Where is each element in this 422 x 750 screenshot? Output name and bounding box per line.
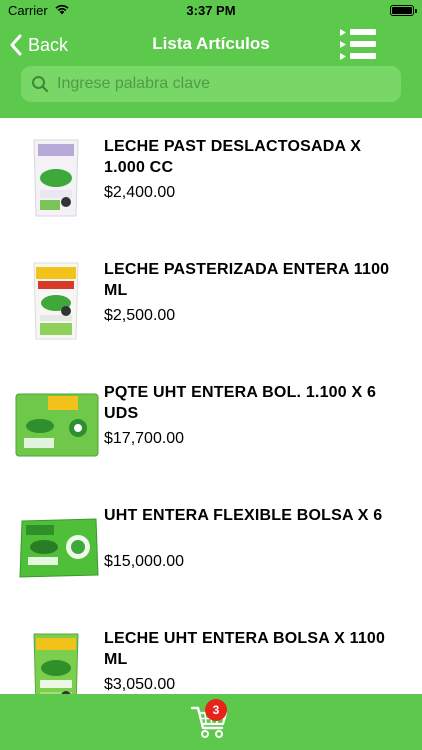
bottom-bar: 3	[0, 694, 422, 750]
product-list-item[interactable]: LECHE UHT ENTERA BOLSA X 1100 ML $3,050.…	[0, 610, 422, 694]
product-price: $3,050.00	[104, 676, 176, 693]
product-price: $15,000.00	[104, 553, 185, 570]
search-input[interactable]	[55, 74, 379, 94]
product-name: PQTE UHT ENTERA BOL. 1.100 X 6 UDS	[104, 384, 377, 422]
product-image	[14, 259, 98, 343]
product-price: $17,700.00	[104, 430, 185, 447]
product-name: LECHE UHT ENTERA BOLSA X 1100 ML	[104, 630, 386, 668]
status-bar: Carrier 3:37 PM	[0, 0, 422, 22]
product-name: LECHE PAST DESLACTOSADA X 1.000 CC	[104, 138, 362, 176]
product-image	[18, 505, 100, 589]
product-list-item[interactable]: PQTE UHT ENTERA BOL. 1.100 X 6 UDS $17,7…	[0, 364, 422, 487]
product-list-item[interactable]: LECHE PAST DESLACTOSADA X 1.000 CC $2,40…	[0, 118, 422, 241]
cart-count-badge: 3	[205, 699, 227, 721]
product-image	[14, 628, 98, 694]
product-price: $2,500.00	[104, 307, 176, 324]
list-menu-button[interactable]	[338, 27, 386, 61]
product-name: UHT ENTERA FLEXIBLE BOLSA X 6	[104, 507, 383, 524]
product-image	[14, 382, 100, 466]
product-name: LECHE PASTERIZADA ENTERA 1100 ML	[104, 261, 390, 299]
battery-icon	[390, 5, 417, 16]
product-list: LECHE PAST DESLACTOSADA X 1.000 CC $2,40…	[0, 118, 422, 694]
search-box[interactable]	[21, 66, 401, 102]
status-time: 3:37 PM	[186, 3, 236, 18]
product-image	[14, 136, 98, 220]
product-list-item[interactable]: LECHE PASTERIZADA ENTERA 1100 ML $2,500.…	[0, 241, 422, 364]
list-menu-icon	[340, 29, 376, 60]
search-icon	[31, 75, 49, 93]
product-list-item[interactable]: UHT ENTERA FLEXIBLE BOLSA X 6 $15,000.00	[0, 487, 422, 610]
navigation-bar: Back Lista Artículos	[0, 22, 422, 118]
product-price: $2,400.00	[104, 184, 176, 201]
